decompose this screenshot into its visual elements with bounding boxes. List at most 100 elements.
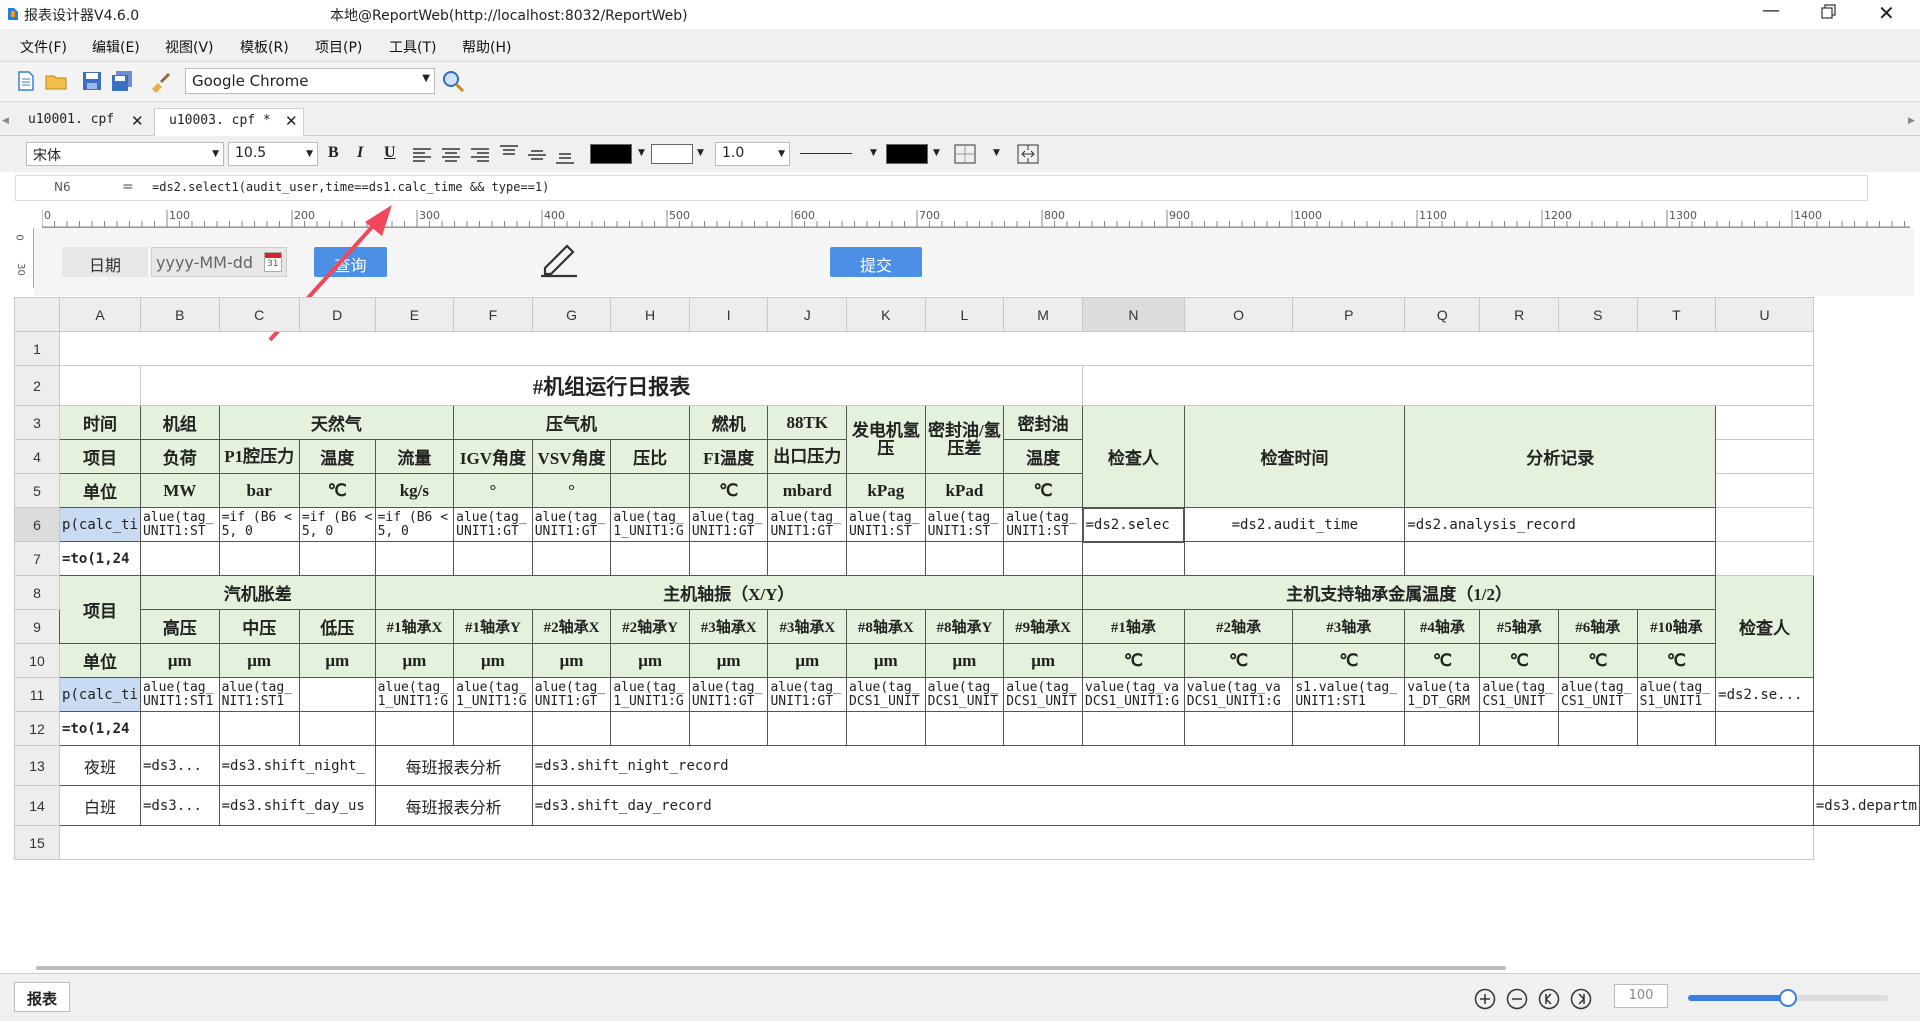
cell[interactable] — [688, 541, 769, 576]
formula-cell[interactable]: =ds2.analysis_record — [1404, 507, 1717, 542]
browser-select[interactable]: Google Chrome ▼ — [185, 68, 435, 94]
header-cell[interactable]: 天然气 — [218, 405, 455, 440]
cell[interactable] — [298, 711, 376, 746]
zoom-in-icon[interactable] — [1474, 988, 1496, 1014]
unit-cell[interactable]: μm — [531, 643, 612, 678]
tabs-scroll-right-icon[interactable]: ▶ — [1908, 116, 1915, 126]
cell[interactable] — [1715, 507, 1814, 542]
chevron-down-icon[interactable]: ▼ — [993, 148, 1000, 158]
header-cell[interactable]: #1轴承Y — [453, 609, 533, 644]
row-header[interactable]: 14 — [13, 785, 61, 826]
save-icon[interactable] — [80, 69, 104, 93]
unit-cell[interactable]: μm — [846, 643, 926, 678]
formula-cell[interactable]: alue(tag_ UNIT1:GT — [767, 677, 848, 712]
valign-middle-icon[interactable] — [527, 147, 547, 169]
formula-cell[interactable]: =ds3.shift_night_record — [531, 745, 1814, 786]
formula-cell[interactable]: alue(tag_ NIT1:ST1 — [218, 677, 300, 712]
cell[interactable] — [1404, 541, 1717, 576]
unit-cell[interactable]: ℃ — [1183, 643, 1294, 678]
cell[interactable] — [218, 711, 300, 746]
unit-cell[interactable]: ℃ — [1003, 473, 1083, 508]
header-cell[interactable]: 出口压力 — [767, 439, 848, 474]
header-cell[interactable]: #1轴承X — [374, 609, 455, 644]
formula-cell[interactable]: alue(tag_ UNIT1:GT — [767, 507, 848, 542]
cell[interactable] — [59, 365, 141, 406]
save-all-icon[interactable] — [110, 69, 134, 93]
unit-cell[interactable]: kg/s — [374, 473, 455, 508]
empty-row[interactable] — [59, 825, 1814, 860]
cell[interactable] — [374, 711, 455, 746]
formula-cell[interactable]: =to(1,24 — [59, 541, 141, 576]
font-color-swatch[interactable] — [590, 144, 632, 164]
cell[interactable] — [924, 711, 1005, 746]
cell[interactable] — [139, 711, 220, 746]
row-header[interactable]: 6 — [13, 507, 61, 542]
chevron-down-icon[interactable]: ▼ — [870, 148, 877, 158]
header-cell[interactable]: #4轴承 — [1404, 609, 1481, 644]
cell[interactable] — [1558, 711, 1638, 746]
analysis-label[interactable]: 每班报表分析 — [374, 785, 533, 826]
cell[interactable] — [610, 711, 690, 746]
cell[interactable] — [453, 711, 533, 746]
shift-label[interactable]: 白班 — [59, 785, 141, 826]
column-header[interactable]: B — [139, 297, 220, 332]
zoom-value-input[interactable]: 100 — [1614, 984, 1668, 1008]
formula-cell[interactable]: =if (B6 < 5, 0 — [218, 507, 300, 542]
unit-cell[interactable]: ℃ — [1636, 643, 1717, 678]
cell[interactable] — [610, 541, 690, 576]
formula-cell[interactable]: alue(tag_ CS1_UNIT — [1558, 677, 1638, 712]
line-width-select[interactable]: 1.0 ▼ — [715, 142, 790, 166]
cell[interactable] — [1082, 365, 1814, 406]
menu-help[interactable]: 帮助(H) — [462, 37, 511, 57]
header-cell[interactable]: IGV角度 — [453, 439, 533, 474]
formula-cell[interactable]: alue(tag_ UNIT1:ST — [1003, 507, 1083, 542]
cell[interactable] — [1715, 711, 1814, 746]
header-cell[interactable]: #6轴承 — [1558, 609, 1638, 644]
unit-cell[interactable]: 单位 — [59, 643, 141, 678]
row-header[interactable]: 1 — [13, 331, 61, 366]
unit-cell[interactable]: ℃ — [688, 473, 769, 508]
chevron-down-icon[interactable]: ▼ — [638, 148, 645, 158]
header-cell[interactable]: 温度 — [298, 439, 376, 474]
header-cell[interactable]: 检查人 — [1082, 405, 1185, 508]
formula-cell[interactable]: alue(tag_ UNIT1:ST1 — [139, 677, 220, 712]
new-file-icon[interactable] — [14, 69, 38, 93]
header-cell[interactable]: 密封油/氢压差 — [924, 405, 1005, 474]
cell[interactable] — [531, 541, 612, 576]
column-header[interactable]: E — [374, 297, 455, 332]
header-cell[interactable]: #3轴承X — [767, 609, 848, 644]
row-header[interactable]: 2 — [13, 365, 61, 406]
column-header[interactable]: L — [924, 297, 1005, 332]
cell[interactable] — [1715, 473, 1814, 508]
align-center-icon[interactable] — [441, 147, 461, 167]
submit-button[interactable]: 提交 — [830, 247, 922, 277]
row-header[interactable]: 3 — [13, 405, 61, 440]
header-cell[interactable]: 检查人 — [1715, 575, 1814, 678]
header-cell[interactable]: 机组 — [139, 405, 220, 440]
bold-button[interactable]: B — [328, 144, 339, 162]
italic-button[interactable]: I — [357, 144, 363, 162]
analysis-label[interactable]: 每班报表分析 — [374, 745, 533, 786]
header-cell[interactable]: #8轴承Y — [924, 609, 1005, 644]
column-header[interactable]: G — [531, 297, 612, 332]
formula-cell[interactable]: =ds2.audit_time — [1183, 507, 1406, 542]
border-grid-icon[interactable] — [954, 144, 976, 168]
tabs-scroll-left-icon[interactable]: ◀ — [2, 116, 9, 126]
header-cell[interactable]: 密封油 — [1003, 405, 1083, 440]
header-cell[interactable]: 高压 — [139, 609, 220, 644]
valign-top-icon[interactable] — [499, 145, 519, 167]
merge-cells-icon[interactable] — [1017, 144, 1039, 168]
header-cell[interactable]: 燃机 — [688, 405, 769, 440]
unit-cell[interactable]: μm — [924, 643, 1005, 678]
cell[interactable] — [1183, 711, 1294, 746]
formula-cell[interactable]: alue(tag_ 1_UNIT1:G — [610, 507, 690, 542]
zoom-first-icon[interactable] — [1538, 988, 1560, 1014]
formula-cell[interactable]: p(calc_ti — [59, 677, 141, 712]
header-cell[interactable]: 低压 — [298, 609, 376, 644]
column-header[interactable]: D — [298, 297, 376, 332]
header-cell[interactable]: 项目 — [59, 439, 141, 474]
column-header[interactable]: A — [59, 297, 141, 332]
unit-cell[interactable]: μm — [139, 643, 220, 678]
row-header[interactable]: 11 — [13, 677, 61, 712]
header-cell[interactable]: 88TK — [767, 405, 848, 440]
